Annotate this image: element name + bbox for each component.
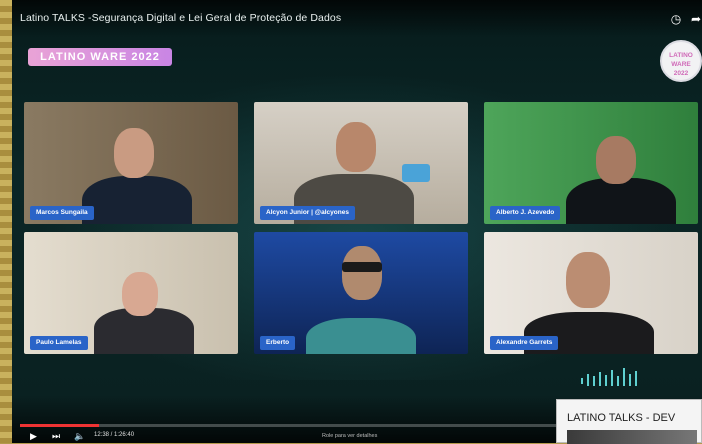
audio-wave-decoration: [581, 368, 637, 386]
participant-tile: Alexandre Garrets: [484, 232, 698, 354]
logo-line-1: LATINO: [669, 52, 693, 59]
phone-in-hand: [402, 164, 430, 182]
event-logo: LATINO WARE 2022: [660, 40, 702, 82]
popup-thumbnail[interactable]: [567, 430, 697, 444]
left-border-strip: [0, 0, 12, 443]
miniplayer-popup[interactable]: LATINO TALKS - DEV: [556, 399, 702, 444]
participant-head: [122, 272, 158, 316]
participant-tile: Paulo Lamelas: [24, 232, 238, 354]
participant-body: [566, 178, 676, 224]
progress-fill: [20, 424, 100, 427]
logo-line-2: WARE: [671, 61, 691, 68]
participant-name-tag: Paulo Lamelas: [30, 336, 88, 350]
participant-tile: Erberto: [254, 232, 468, 354]
participant-name-tag: Erberto: [260, 336, 296, 350]
participant-head: [342, 246, 382, 300]
clock-icon[interactable]: ◷: [669, 12, 683, 26]
scroll-hint: Role para ver detalhes: [322, 433, 378, 439]
participant-head: [114, 128, 154, 178]
participant-name-tag: Marcos Sungaila: [30, 206, 94, 220]
participant-body: [82, 176, 192, 224]
participant-name-tag: Alberto J. Azevedo: [490, 206, 561, 220]
event-badge: LATINO WARE 2022: [28, 48, 172, 66]
participant-tile: Alcyon Junior | @alcyones: [254, 102, 468, 224]
glasses: [342, 262, 382, 272]
play-icon[interactable]: ▶: [30, 431, 37, 441]
participant-head: [566, 252, 610, 308]
participant-tile: Marcos Sungaila: [24, 102, 238, 224]
participant-body: [306, 318, 416, 354]
participant-tile: Alberto J. Azevedo: [484, 102, 698, 224]
participant-name-tag: Alexandre Garrets: [490, 336, 559, 350]
next-icon[interactable]: ⏭: [52, 431, 60, 441]
time-display: 12:38 / 1:26:40: [94, 432, 135, 438]
logo-line-3: 2022: [673, 70, 689, 77]
participant-head: [596, 136, 636, 184]
video-title[interactable]: Latino TALKS -Segurança Digital e Lei Ge…: [20, 12, 341, 24]
video-player[interactable]: Latino TALKS -Segurança Digital e Lei Ge…: [12, 0, 702, 443]
share-icon[interactable]: ➦: [689, 12, 702, 26]
volume-icon[interactable]: 🔈: [74, 431, 85, 441]
popup-title[interactable]: LATINO TALKS - DEV: [567, 412, 675, 424]
participant-grid: Marcos Sungaila Alcyon Junior | @alcyone…: [24, 102, 699, 354]
progress-bar[interactable]: [20, 424, 560, 427]
participant-name-tag: Alcyon Junior | @alcyones: [260, 206, 355, 220]
participant-head: [336, 122, 376, 172]
